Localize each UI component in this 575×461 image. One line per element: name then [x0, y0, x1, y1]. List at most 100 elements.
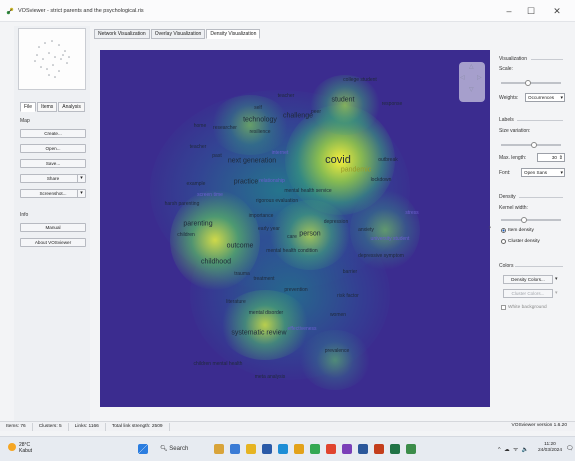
- tab-overlay-visualization[interactable]: Overlay Visualization: [150, 29, 206, 39]
- zoom-pan-control[interactable]: △ ◁ ▷ ▽: [459, 62, 485, 102]
- map-term[interactable]: challenge: [283, 113, 313, 120]
- taskbar-app-icon[interactable]: [230, 444, 240, 454]
- scale-slider-knob[interactable]: [525, 80, 531, 86]
- map-term[interactable]: stress: [405, 210, 418, 216]
- taskbar-clock[interactable]: 11:20 24/03/2024: [538, 442, 562, 454]
- map-term[interactable]: technology: [243, 117, 277, 124]
- map-term[interactable]: children: [177, 232, 195, 238]
- about-vosviewer-button[interactable]: About VOSviewer: [20, 238, 86, 247]
- tab-network-visualization[interactable]: Network Visualization: [94, 29, 150, 39]
- map-term[interactable]: example: [187, 181, 206, 187]
- size-variation-slider[interactable]: [501, 142, 561, 148]
- screenshot-dropdown-icon[interactable]: ▾: [77, 189, 85, 198]
- taskbar-app-icon[interactable]: [214, 444, 224, 454]
- map-term[interactable]: screen time: [197, 192, 223, 198]
- taskbar-app-icon[interactable]: [294, 444, 304, 454]
- open-button[interactable]: Open...: [20, 144, 86, 153]
- taskbar-app-icon[interactable]: [262, 444, 272, 454]
- map-term[interactable]: outbreak: [378, 157, 397, 163]
- pan-right-icon[interactable]: ▷: [477, 74, 482, 81]
- edge-icon[interactable]: [278, 444, 288, 454]
- close-button[interactable]: ✕: [548, 4, 566, 18]
- share-button[interactable]: Share ▾: [20, 174, 86, 183]
- map-term[interactable]: depressive symptom: [358, 253, 404, 259]
- tab-file[interactable]: File: [20, 102, 37, 112]
- map-term[interactable]: children mental health: [194, 361, 243, 367]
- map-term[interactable]: prevention: [284, 287, 307, 293]
- cluster-density-radio[interactable]: Cluster density: [501, 239, 540, 244]
- minimize-button[interactable]: –: [500, 4, 518, 18]
- map-term[interactable]: prevalence: [325, 348, 349, 354]
- kernel-width-slider[interactable]: [501, 217, 561, 223]
- map-term[interactable]: resilience: [249, 129, 270, 135]
- kernel-width-slider-knob[interactable]: [521, 217, 527, 223]
- white-background-checkbox[interactable]: White background: [501, 305, 547, 310]
- map-term[interactable]: depression: [324, 219, 348, 225]
- map-term[interactable]: self: [254, 105, 262, 111]
- map-term[interactable]: harsh parenting: [165, 201, 200, 207]
- file-explorer-icon[interactable]: [246, 444, 256, 454]
- chevron-down-icon[interactable]: ▾: [555, 290, 558, 296]
- system-tray-icons[interactable]: ^ ☁ ᯤ 🔈: [498, 445, 530, 453]
- map-term[interactable]: care: [287, 234, 297, 240]
- map-term[interactable]: risk factor: [337, 293, 359, 299]
- map-term[interactable]: practice: [234, 179, 259, 186]
- taskbar-app-icon[interactable]: [374, 444, 384, 454]
- map-term[interactable]: effectiveness: [287, 326, 316, 332]
- map-term[interactable]: relationship: [259, 178, 285, 184]
- font-select[interactable]: Open Sans ▾: [521, 168, 565, 177]
- chevron-down-icon[interactable]: ▾: [555, 276, 558, 282]
- map-term[interactable]: childhood: [201, 259, 231, 266]
- size-variation-slider-knob[interactable]: [531, 142, 537, 148]
- create-button[interactable]: Create...: [20, 129, 86, 138]
- word-icon[interactable]: [358, 444, 368, 454]
- weather-widget[interactable]: 28°C Kabut: [8, 442, 32, 454]
- map-term[interactable]: person: [299, 231, 320, 238]
- map-term[interactable]: outcome: [227, 243, 254, 250]
- map-term[interactable]: researcher: [213, 125, 237, 131]
- excel-icon[interactable]: [390, 444, 400, 454]
- map-term[interactable]: women: [330, 312, 346, 318]
- map-term[interactable]: pandemic: [341, 167, 371, 174]
- vosviewer-taskbar-icon[interactable]: [406, 444, 416, 454]
- map-term[interactable]: university student: [371, 236, 410, 242]
- map-term[interactable]: barrier: [343, 269, 357, 275]
- density-map[interactable]: college student teacher student response…: [100, 50, 490, 407]
- map-term[interactable]: lockdown: [371, 177, 392, 183]
- taskbar-search[interactable]: 🔍︎ Search: [160, 445, 188, 452]
- map-term[interactable]: college student: [343, 77, 377, 83]
- map-term-covid[interactable]: covid: [325, 154, 351, 166]
- pan-up-icon[interactable]: △: [469, 63, 474, 70]
- map-term[interactable]: response: [382, 101, 403, 107]
- taskbar-app-icon[interactable]: [326, 444, 336, 454]
- map-term[interactable]: early year: [258, 226, 280, 232]
- collapse-panel-icon[interactable]: ›: [489, 225, 491, 231]
- map-term[interactable]: importance: [249, 213, 274, 219]
- map-term[interactable]: mental disorder: [249, 310, 283, 316]
- map-term[interactable]: next generation: [228, 158, 276, 165]
- map-term[interactable]: student: [332, 97, 355, 104]
- map-term[interactable]: peer: [311, 109, 321, 115]
- map-term[interactable]: meta analysis: [255, 374, 286, 380]
- map-term[interactable]: mental health condition: [266, 248, 317, 254]
- scale-slider[interactable]: [501, 80, 561, 86]
- map-term[interactable]: trauma: [234, 271, 250, 277]
- map-term[interactable]: literature: [226, 299, 245, 305]
- spinner-icon[interactable]: ⇕: [559, 154, 563, 162]
- map-term[interactable]: internet: [272, 150, 289, 156]
- taskbar-app-icon[interactable]: [342, 444, 352, 454]
- pan-down-icon[interactable]: ▽: [469, 86, 474, 93]
- windows-start-icon[interactable]: [138, 444, 148, 454]
- map-term[interactable]: rigorous evaluation: [256, 198, 298, 204]
- share-dropdown-icon[interactable]: ▾: [77, 174, 85, 183]
- pan-left-icon[interactable]: ◁: [460, 74, 465, 81]
- notification-icon[interactable]: 🗨︎: [566, 445, 574, 452]
- tab-items[interactable]: Items: [37, 102, 58, 112]
- map-term[interactable]: mental health service: [284, 188, 331, 194]
- map-term[interactable]: teacher: [278, 93, 295, 99]
- map-term[interactable]: anxiety: [358, 227, 374, 233]
- map-term[interactable]: systematic review: [231, 330, 286, 337]
- map-term[interactable]: past: [212, 153, 221, 159]
- map-term[interactable]: parenting: [183, 221, 212, 228]
- chrome-icon[interactable]: [310, 444, 320, 454]
